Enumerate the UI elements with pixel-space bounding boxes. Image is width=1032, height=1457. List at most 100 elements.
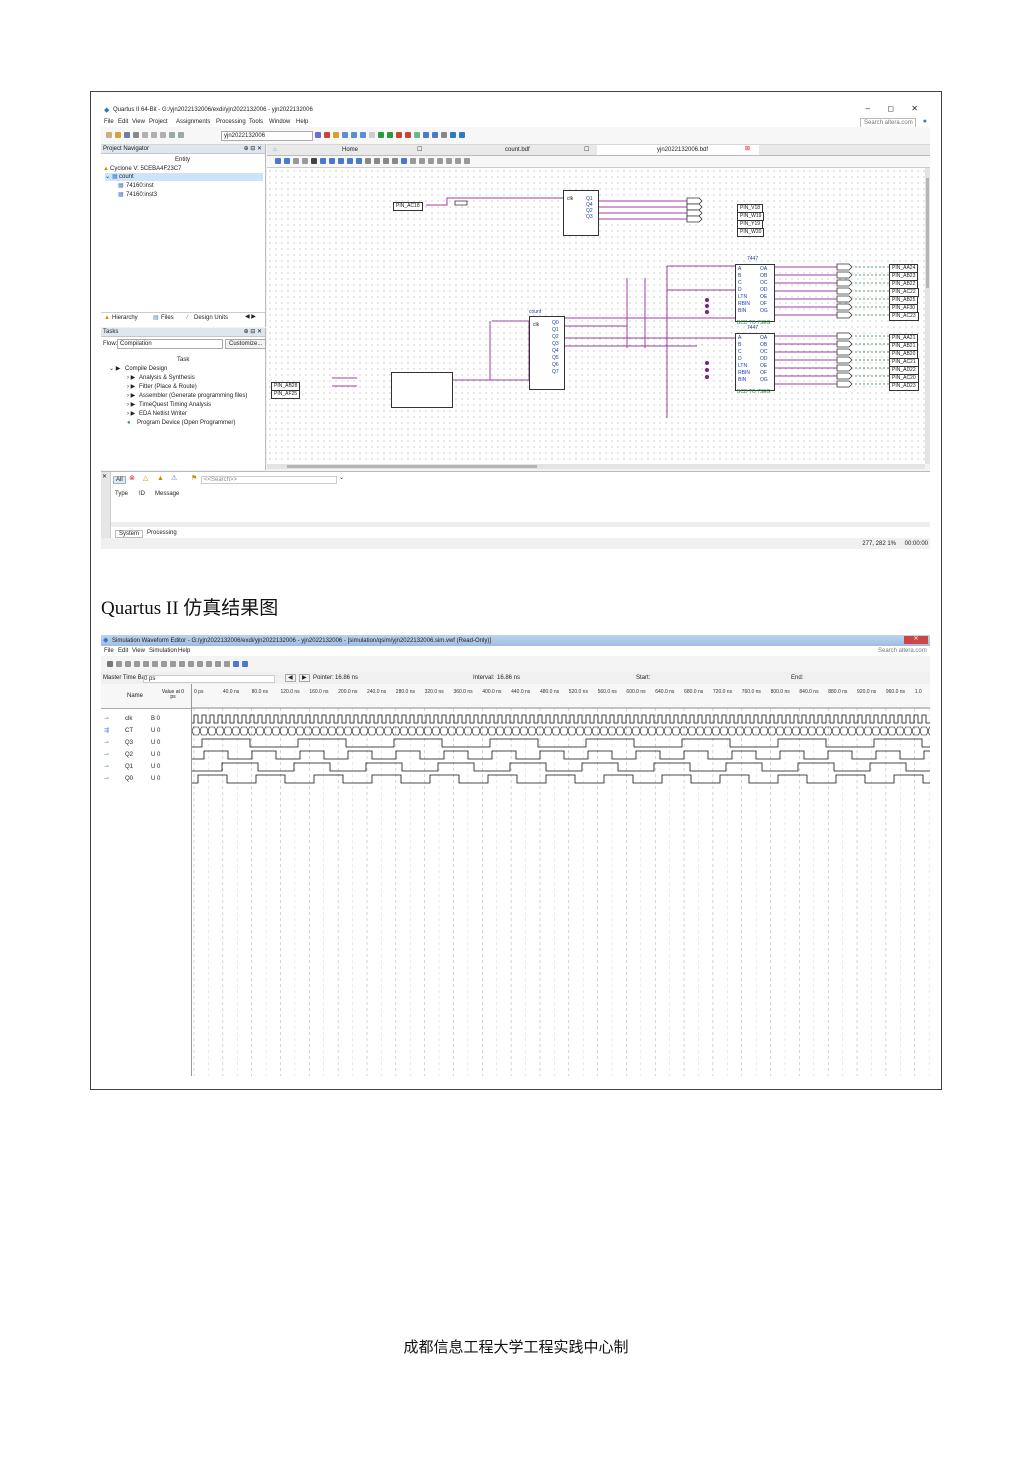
menu-assignments[interactable]: Assignments bbox=[176, 119, 210, 125]
task-compile-design[interactable]: Compile Design bbox=[125, 366, 167, 372]
tree-item-inst3[interactable]: 74160:inst3 bbox=[126, 192, 157, 198]
menu-file[interactable]: File bbox=[104, 119, 114, 125]
play-icon[interactable]: › ▶ bbox=[127, 375, 135, 381]
critical-warning-icon[interactable]: ▲ bbox=[157, 475, 164, 482]
globe-toolbar-icon[interactable] bbox=[449, 132, 456, 138]
copy-icon[interactable] bbox=[454, 158, 461, 164]
invert-icon[interactable] bbox=[178, 661, 185, 667]
tab-count-bdf[interactable]: count.bdf bbox=[505, 147, 530, 153]
globe-icon[interactable]: ● bbox=[923, 118, 927, 125]
hand-icon[interactable] bbox=[283, 158, 290, 164]
force-low-icon[interactable] bbox=[124, 661, 131, 667]
counter-block-top[interactable]: clk Q1 Q4 Q2 Q3 bbox=[563, 190, 599, 236]
flip-icon[interactable] bbox=[409, 158, 416, 164]
next-arrow-icon[interactable]: ▶ bbox=[299, 674, 310, 682]
paste-icon[interactable] bbox=[159, 132, 166, 138]
menu-view[interactable]: View bbox=[132, 119, 145, 125]
tab-design-units[interactable]: Design Units bbox=[194, 315, 228, 321]
print-icon[interactable] bbox=[132, 132, 139, 138]
signal-row[interactable]: ⇀ Q1 U 0 bbox=[101, 762, 191, 772]
task-analysis-synthesis[interactable]: Analysis & Synthesis bbox=[139, 375, 195, 381]
close-icon[interactable]: ✕ bbox=[911, 105, 918, 113]
decoder-1-block[interactable]: A B C D LTN RBIN BIN OA OB OC OD OE OF O… bbox=[735, 264, 775, 322]
menu-processing[interactable]: Processing bbox=[216, 119, 246, 125]
help-icon[interactable] bbox=[458, 132, 465, 138]
random-icon[interactable] bbox=[214, 661, 221, 667]
conduit-icon[interactable] bbox=[355, 158, 362, 164]
count-value-icon[interactable] bbox=[187, 661, 194, 667]
schematic-canvas[interactable]: PIN_AC18 clk Q1 Q4 Q2 Q3 PIN_V18 PIN_W19… bbox=[267, 168, 925, 464]
weak-low-icon[interactable] bbox=[160, 661, 167, 667]
menu-edit[interactable]: Edit bbox=[118, 648, 128, 654]
close-icon[interactable]: ✕ bbox=[102, 474, 107, 480]
functional-sim-icon[interactable] bbox=[232, 661, 239, 667]
force-high-icon[interactable] bbox=[133, 661, 140, 667]
menu-view[interactable]: View bbox=[132, 648, 145, 654]
netlist-icon[interactable] bbox=[341, 132, 348, 138]
messages-scrollbar[interactable] bbox=[111, 522, 930, 527]
task-eda-netlist[interactable]: EDA Netlist Writer bbox=[139, 411, 187, 417]
redo-icon[interactable] bbox=[177, 132, 184, 138]
settings-icon[interactable] bbox=[314, 132, 321, 138]
task-fitter[interactable]: Fitter (Place & Route) bbox=[139, 384, 197, 390]
zoom-icon[interactable] bbox=[115, 661, 122, 667]
signal-row[interactable]: ⇶ CT U 0 bbox=[101, 726, 191, 736]
menu-window[interactable]: Window bbox=[269, 119, 290, 125]
chip-icon[interactable] bbox=[431, 132, 438, 138]
unknown-icon[interactable] bbox=[142, 661, 149, 667]
weak-high-icon[interactable] bbox=[169, 661, 176, 667]
copy-icon[interactable] bbox=[150, 132, 157, 138]
output-pin[interactable]: PIN_AD23 bbox=[889, 382, 919, 391]
cut-icon[interactable] bbox=[141, 132, 148, 138]
maximize-icon[interactable]: ◻ bbox=[887, 105, 894, 113]
chip-planner-icon[interactable] bbox=[332, 132, 339, 138]
start-analysis-icon[interactable] bbox=[386, 132, 393, 138]
signal-row[interactable]: ⇀ clk B 0 bbox=[101, 714, 191, 724]
signal-row[interactable]: ⇀ Q2 U 0 bbox=[101, 750, 191, 760]
rect-icon[interactable] bbox=[373, 158, 380, 164]
rtl-viewer-icon[interactable] bbox=[404, 132, 411, 138]
undo-icon[interactable] bbox=[168, 132, 175, 138]
tab-close-icon[interactable]: ⊠ bbox=[745, 146, 750, 152]
count-block[interactable]: clk Q0 Q1 Q2 Q3 Q4 Q5 Q6 Q7 bbox=[529, 316, 565, 390]
chevron-down-icon[interactable]: ⌄ ▶ bbox=[109, 366, 120, 372]
tree-item-inst[interactable]: 74160:inst bbox=[126, 183, 154, 189]
zoom-icon[interactable] bbox=[292, 158, 299, 164]
select-icon[interactable] bbox=[274, 158, 281, 164]
select-icon[interactable] bbox=[106, 661, 113, 667]
bus-icon[interactable] bbox=[346, 158, 353, 164]
signaltap-icon[interactable] bbox=[413, 132, 420, 138]
waveform-area[interactable]: 0 ps 40.0 ns 80.0 ns 120.0 ns 160.0 ns 200.0 … bbox=[192, 684, 930, 1076]
rubberband-icon[interactable] bbox=[400, 158, 407, 164]
tab-files[interactable]: Files bbox=[161, 315, 174, 321]
flag-icon[interactable]: ⚑ bbox=[191, 475, 197, 482]
tool-icon[interactable] bbox=[440, 132, 447, 138]
error-filter-icon[interactable]: ⊗ bbox=[129, 475, 135, 482]
undo-icon[interactable] bbox=[463, 158, 470, 164]
output-pin[interactable]: PIN_W20 bbox=[737, 228, 765, 237]
filter-all-button[interactable]: All bbox=[113, 476, 126, 484]
tree-item-count[interactable]: ⌄ ▦ count bbox=[105, 173, 263, 181]
new-icon[interactable] bbox=[105, 132, 112, 138]
prev-arrow-icon[interactable]: ◀ bbox=[285, 674, 296, 682]
search-input[interactable]: Search altera.com bbox=[878, 648, 928, 654]
tab-system[interactable]: System bbox=[115, 530, 144, 538]
snap-icon[interactable] bbox=[223, 661, 230, 667]
tab-home[interactable]: Home bbox=[342, 147, 358, 153]
high-z-icon[interactable] bbox=[151, 661, 158, 667]
info-filter-icon[interactable]: ⚠ bbox=[171, 475, 177, 482]
timing-icon[interactable] bbox=[395, 132, 402, 138]
cut-icon[interactable] bbox=[445, 158, 452, 164]
task-timequest[interactable]: TimeQuest Timing Analysis bbox=[139, 402, 211, 408]
arbitrary-icon[interactable] bbox=[205, 661, 212, 667]
panel-pin-icon[interactable]: ⊕ ⊟ ✕ bbox=[244, 146, 262, 152]
panel-pin-icon[interactable]: ⊕ ⊟ ✕ bbox=[244, 329, 262, 335]
menu-help[interactable]: Help bbox=[178, 648, 190, 654]
line-icon[interactable] bbox=[364, 158, 371, 164]
task-program-device[interactable]: Program Device (Open Programmer) bbox=[137, 420, 235, 426]
menu-project[interactable]: Project bbox=[149, 119, 168, 125]
wire-icon[interactable] bbox=[337, 158, 344, 164]
play-icon[interactable]: › ▶ bbox=[127, 384, 135, 390]
tab-processing[interactable]: Processing bbox=[147, 530, 177, 536]
rotate-icon[interactable] bbox=[418, 158, 425, 164]
